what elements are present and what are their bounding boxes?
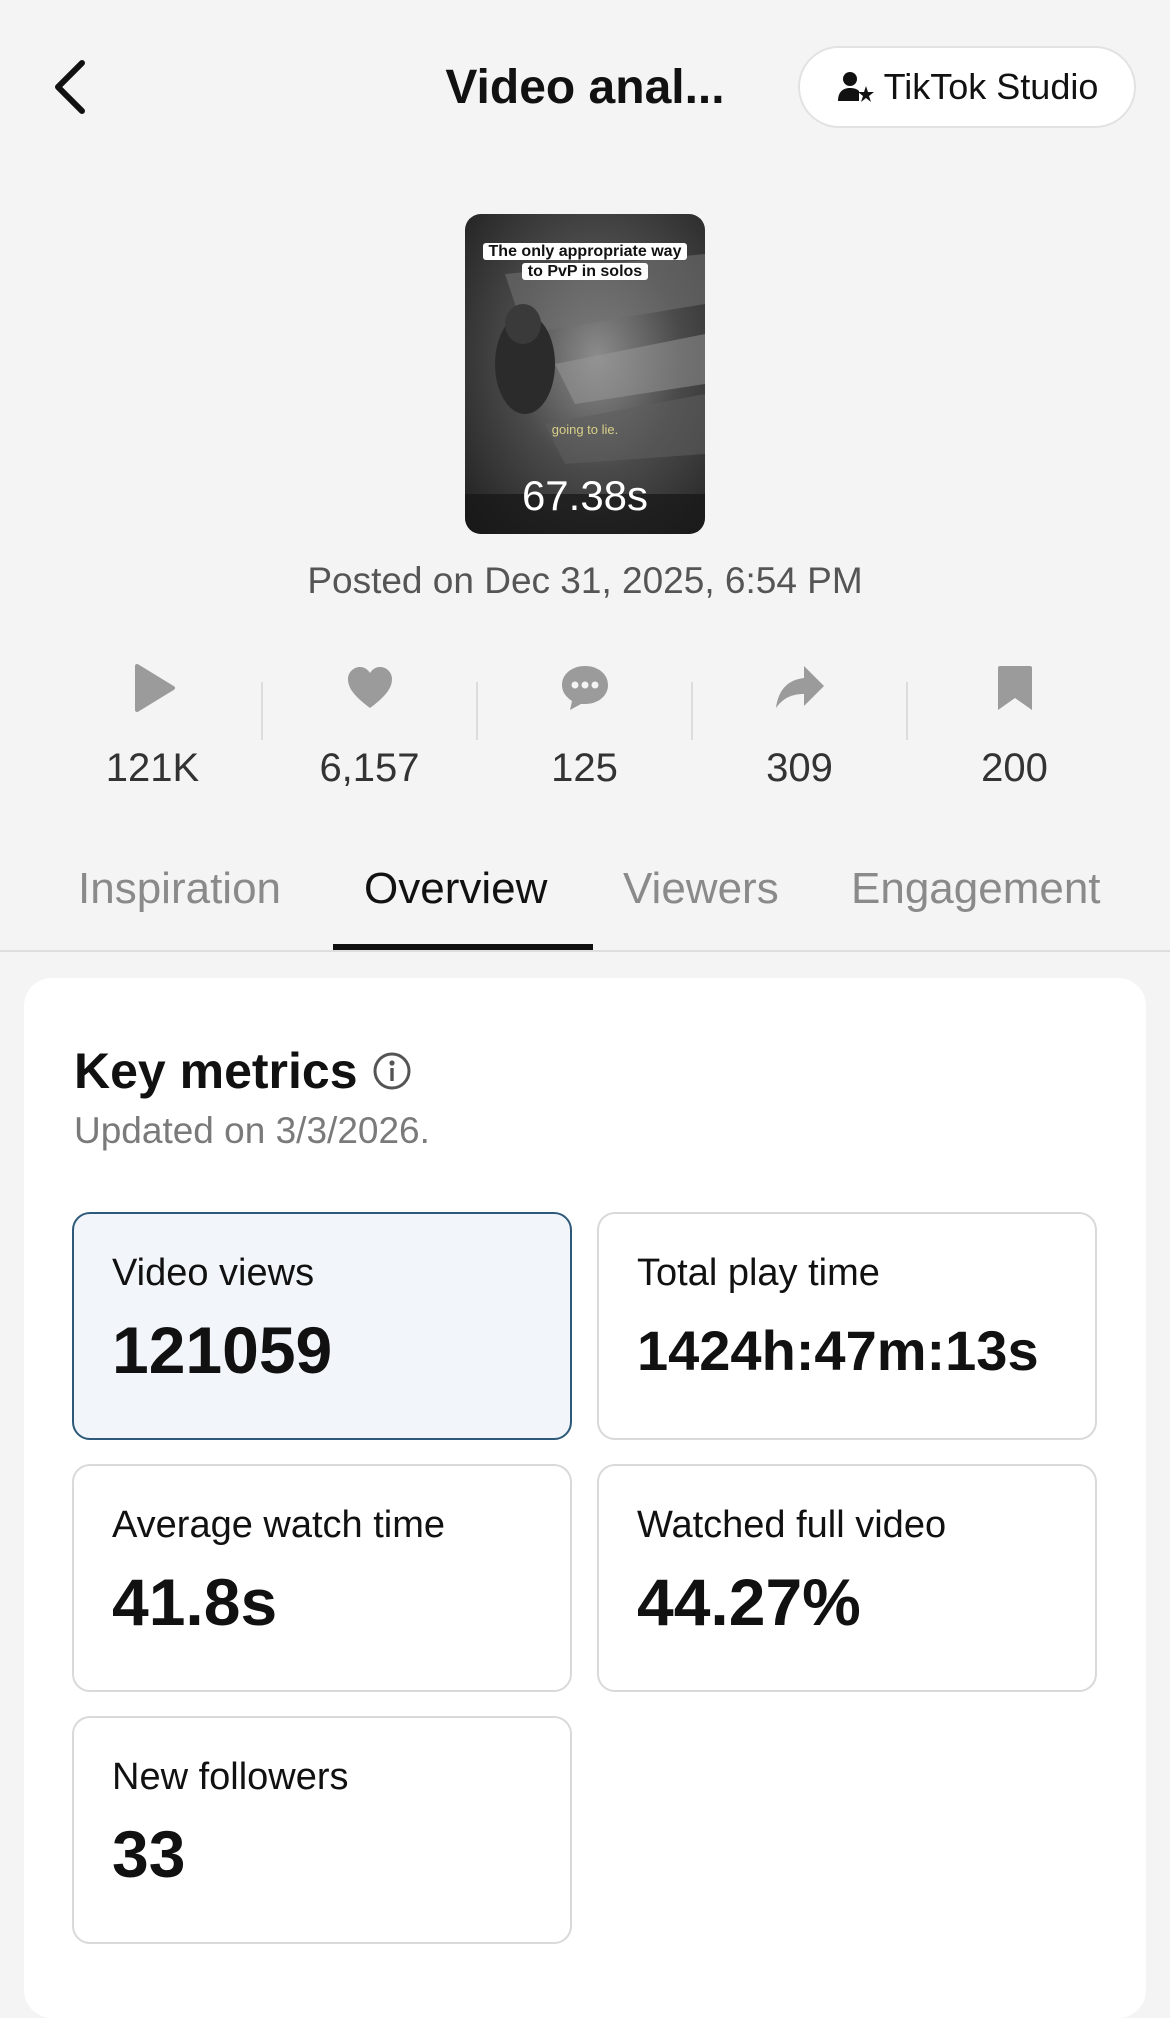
header: Video anal... TikTok Studio (0, 0, 1170, 180)
key-metrics-card: Key metrics Updated on 3/3/2026. Video v… (24, 978, 1146, 2018)
metric-label: Video views (112, 1252, 315, 1294)
stats-row: 121K 6,157 125 309 200 (0, 650, 1170, 800)
key-metrics-title: Key metrics (74, 1043, 358, 1099)
metric-label: Total play time (637, 1252, 880, 1294)
back-button[interactable] (40, 52, 100, 122)
stat-value: 121K (105, 746, 200, 790)
metric-value: 33 (112, 1817, 186, 1891)
stat-shares: 309 (692, 650, 907, 800)
tab-viewers[interactable]: Viewers (623, 864, 779, 914)
creator-star-icon (836, 68, 874, 106)
metric-value: 121059 (112, 1313, 333, 1387)
thumbnail-caption: The only appropriate way to PvP in solos (481, 242, 689, 282)
updated-date: Updated on 3/3/2026. (74, 1110, 430, 1151)
stat-likes: 6,157 (262, 650, 477, 800)
tiktok-studio-button[interactable]: TikTok Studio (798, 46, 1136, 128)
key-metrics-heading: Key metrics (74, 1042, 412, 1100)
tiktok-studio-label: TikTok Studio (883, 66, 1099, 107)
metric-label: Watched full video (637, 1504, 947, 1546)
stat-value: 125 (551, 746, 618, 790)
info-icon[interactable] (372, 1051, 412, 1091)
tab-engagement[interactable]: Engagement (851, 864, 1101, 914)
metric-value: 44.27% (637, 1565, 861, 1639)
play-icon (135, 664, 175, 712)
heart-icon (348, 667, 392, 708)
tab-bar: Inspiration Overview Viewers Engagement (0, 840, 1170, 952)
page-title: Video anal... (445, 61, 725, 114)
bookmark-icon (998, 666, 1032, 710)
metric-average-watch-time[interactable]: Average watch time 41.8s (72, 1464, 572, 1692)
metric-value: 41.8s (112, 1565, 278, 1639)
video-duration: 67.38s (521, 472, 649, 519)
metric-video-views[interactable]: Video views 121059 (72, 1212, 572, 1440)
metric-label: New followers (112, 1756, 349, 1798)
metric-watched-full-video[interactable]: Watched full video 44.27% (597, 1464, 1097, 1692)
thumbnail-subtitle: going to lie. (551, 422, 619, 437)
tab-overview[interactable]: Overview (364, 864, 547, 914)
metric-new-followers[interactable]: New followers 33 (72, 1716, 572, 1944)
video-thumbnail[interactable]: The only appropriate way to PvP in solos… (465, 214, 705, 534)
comment-icon (562, 666, 608, 710)
metric-label: Average watch time (112, 1504, 446, 1546)
tab-inspiration[interactable]: Inspiration (78, 864, 281, 914)
stat-value: 200 (981, 746, 1048, 790)
stat-views: 121K (45, 650, 260, 800)
stat-value: 6,157 (319, 746, 420, 790)
active-tab-indicator (333, 944, 593, 950)
stat-comments: 125 (477, 650, 692, 800)
posted-date: Posted on Dec 31, 2025, 6:54 PM (307, 560, 863, 601)
metric-value: 1424h:47m:13s (637, 1319, 1039, 1382)
share-icon (776, 666, 824, 708)
stat-value: 309 (766, 746, 833, 790)
chevron-left-icon (55, 60, 85, 114)
metric-total-play-time[interactable]: Total play time 1424h:47m:13s (597, 1212, 1097, 1440)
stat-saves: 200 (907, 650, 1122, 800)
